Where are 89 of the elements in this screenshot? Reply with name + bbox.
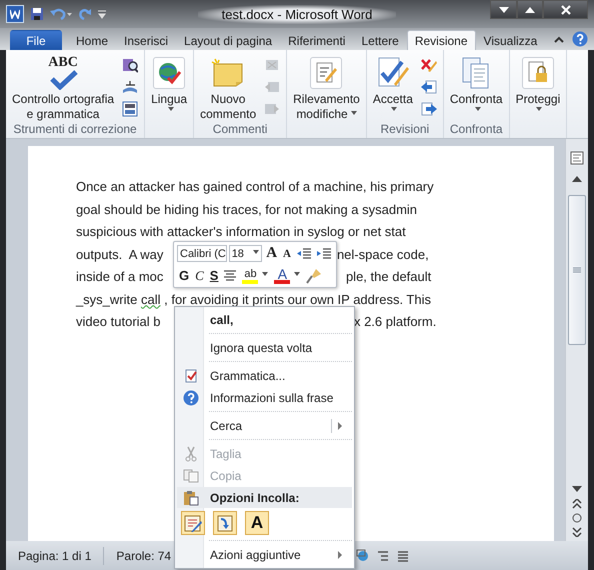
close-button[interactable] [543,0,588,19]
font-color-button[interactable]: A [272,266,302,284]
ribbon-tab[interactable]: Layout di pagina [176,30,280,50]
body-text: _sys_write [76,290,138,309]
draft-icon[interactable] [396,549,410,563]
book-search-icon [122,57,138,73]
minimize-icon [498,6,508,12]
cross-pencil-icon [420,57,438,73]
body-text: nel-space code, [336,246,429,264]
menu-item[interactable]: Informazioni sulla frase [177,387,352,409]
ribbon-button[interactable]: Lingua [149,54,190,114]
paste-option-button[interactable]: A [245,511,269,535]
ribbon-tab[interactable]: Revisione [406,30,476,50]
toolbar-button[interactable] [120,100,140,118]
right-arrow-icon [420,101,438,117]
note-left-arrow-icon [264,79,280,95]
body-text: video tutorial b [76,314,161,329]
save-icon[interactable] [30,7,44,21]
body-text: ple, the default [346,268,432,286]
double-down-arrow-icon [572,527,582,537]
body-text: , for avoiding it prints our own IP address. This [163,290,431,308]
group-label: Confronta [448,122,504,138]
ribbon-button[interactable]: Confronta [448,54,505,114]
ribbon-button[interactable]: Nuovo commento [198,54,258,122]
paste-option-button[interactable] [181,511,205,535]
double-up-arrow-icon [572,499,582,509]
help-icon [572,31,588,47]
scroll-thumb[interactable] [568,195,586,345]
web-layout-icon[interactable] [356,549,370,563]
status-text: Pagina: 1 di 1 [6,547,104,565]
ribbon-button[interactable]: Rilevamento modifiche [291,54,362,122]
maximize-icon [525,6,535,12]
grow-font-button[interactable]: A [264,244,280,262]
copy-icon [183,469,199,483]
menu-item[interactable]: Ignora questa volta [177,337,352,359]
ribbon-tab[interactable]: Inserisci [116,30,176,50]
ribbon-button[interactable]: Accetta [370,54,415,114]
italic-button[interactable]: C [193,266,206,284]
paste-option-button[interactable] [213,511,237,535]
body-text: goal should be hiding his traces, for not making a sysadmin [76,200,418,219]
ribbon-tab[interactable]: Home [68,30,116,50]
menu-section-header: Opzioni Incolla: [177,487,352,508]
clipboard-brush-icon [183,513,203,533]
close-icon [560,4,570,14]
body-text: inside of a moc [76,269,164,284]
font-name-field[interactable]: Calibri (C [177,245,227,262]
customize-caret-icon[interactable] [98,9,106,19]
help-icon [183,390,199,406]
undo-icon[interactable] [50,7,72,21]
font-size-field[interactable]: 18 [228,245,262,262]
globe-icon [156,60,182,86]
toolbar-button[interactable] [120,56,140,74]
file-tab[interactable]: File [10,30,62,50]
minimize-button[interactable] [490,0,517,19]
body-text: Once an attacker has gained control of a machine, his primary [76,178,434,196]
bold-button[interactable]: G [177,266,192,284]
flagged-word: call [140,290,160,308]
scroll-up-icon [572,176,582,182]
group-label: Strumenti di correzione [12,122,138,138]
document-check-icon [184,369,198,383]
suggestion-item[interactable]: call, [177,309,352,331]
maximize-button[interactable] [517,0,543,19]
body-text: outputs. A way [76,246,164,262]
left-arrow-icon [420,79,438,95]
body-text: suspicious with attacker's information in syslog or net stat [76,223,406,241]
ribbon-tab[interactable]: Riferimenti [280,30,354,50]
scroll-down-icon [572,486,582,492]
ribbon-tab[interactable]: Lettere [353,30,407,50]
shrink-font-button[interactable]: A [281,244,293,262]
group-label: Revisioni [380,122,430,138]
collapse-ribbon-icon[interactable] [554,36,564,42]
scissors-icon [184,446,198,462]
highlight-button[interactable]: ab [240,266,270,284]
menu-item[interactable]: Cerca [177,415,352,437]
app-logo-icon [6,5,24,23]
ribbon-button[interactable]: ABC Controllo ortografia e grammatica [10,54,116,122]
documents-icon [461,56,492,90]
window-title: test.docx - Microsoft Word [198,4,396,24]
outline-icon[interactable] [376,549,390,563]
note-right-arrow-icon [264,101,280,117]
menu-item[interactable]: Grammatica... [177,365,352,387]
ribbon-button[interactable]: Proteggi [514,54,562,114]
note-delete-icon [264,57,280,73]
ribbon-tab[interactable]: Visualizza [476,30,546,50]
underline-button[interactable]: S [208,266,220,284]
circle-icon [572,513,582,523]
note-icon [211,58,246,88]
group-label: Commenti [212,122,268,138]
clipboard-icon [183,490,199,506]
